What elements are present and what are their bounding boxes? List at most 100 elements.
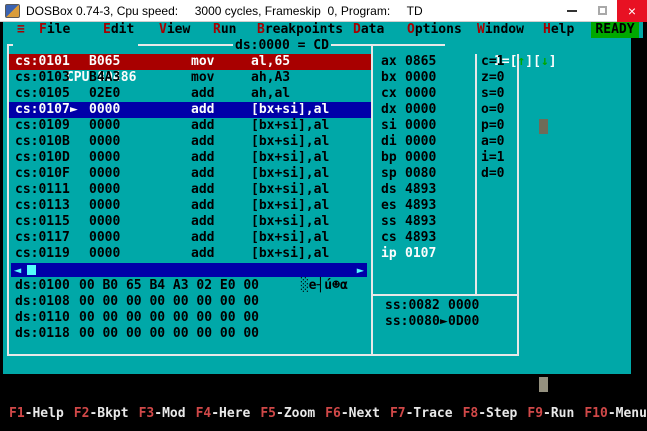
stack-row[interactable]: ss:0080 ► 0D00	[375, 314, 517, 330]
disasm-mnemonic: add	[191, 150, 215, 165]
register-name: dx	[381, 102, 397, 117]
flag-row[interactable]: i=1	[481, 150, 504, 166]
maximize-button[interactable]	[587, 0, 617, 22]
register-value: 0000	[405, 150, 437, 165]
menu-item-window[interactable]: Window	[477, 22, 524, 38]
close-button[interactable]: ×	[617, 0, 647, 22]
flag-row[interactable]: s=0	[481, 86, 504, 102]
disasm-row[interactable]: cs:010B 0000 add [bx+si],al	[9, 134, 371, 150]
disasm-operands: [bx+si],al	[251, 214, 330, 229]
window-zoom-controls[interactable]: 1=[↑][↓]	[445, 38, 559, 69]
minimize-button[interactable]	[557, 0, 587, 22]
menu-item-edit[interactable]: Edit	[103, 22, 134, 38]
disasm-row[interactable]: cs:0109 0000 add [bx+si],al	[9, 118, 371, 134]
menu-label: ata	[360, 22, 385, 37]
register-value: 0107	[405, 246, 437, 261]
menu-hotkey: V	[159, 22, 167, 37]
dump-row[interactable]: ds:0100 00 B0 65 B4 A3 02 E0 00 ░e┤ú☻α	[9, 278, 371, 294]
disasm-row[interactable]: cs:0111 0000 add [bx+si],al	[9, 182, 371, 198]
disasm-row[interactable]: cs:010D 0000 add [bx+si],al	[9, 150, 371, 166]
flag-row[interactable]: a=0	[481, 134, 504, 150]
disasm-mnemonic: mov	[191, 70, 215, 85]
fkey-f7[interactable]: F7-Trace	[390, 406, 453, 422]
dosbox-icon[interactable]	[5, 3, 20, 18]
register-row[interactable]: cs 4893	[375, 230, 473, 246]
system-menu-icon[interactable]: ≡	[17, 22, 25, 38]
fkey-f5[interactable]: F5-Zoom	[260, 406, 315, 422]
flag-row[interactable]: z=0	[481, 70, 504, 86]
bracket: ]	[548, 54, 557, 69]
menu-hotkey: D	[353, 22, 361, 37]
dump-bytes: 00 B0 65 B4 A3 02 E0 00	[79, 278, 260, 293]
register-row[interactable]: ss 4893	[375, 214, 473, 230]
disasm-mnemonic: add	[191, 134, 215, 149]
fkey-f9[interactable]: F9-Run	[527, 406, 574, 422]
fkey-f1[interactable]: F1-Help	[9, 406, 64, 422]
scroll-right-arrow-icon[interactable]: ►	[357, 263, 364, 277]
disasm-address: cs:0109	[15, 118, 70, 133]
dump-row[interactable]: ds:0108 00 00 00 00 00 00 00 00	[9, 294, 371, 310]
mouse-cursor-artifact	[539, 377, 548, 392]
register-name: ax	[381, 54, 397, 69]
register-row[interactable]: di 0000	[375, 134, 473, 150]
menu-label: ile	[46, 22, 71, 37]
stack-row[interactable]: ss:0082 0000	[375, 298, 517, 314]
cpu-window-title-group: [■] CPU 80486	[13, 38, 139, 85]
register-row[interactable]: cx 0000	[375, 86, 473, 102]
disasm-row[interactable]: cs:0117 0000 add [bx+si],al	[9, 230, 371, 246]
menu-hotkey: B	[257, 22, 265, 37]
disasm-bytes: 0000	[89, 134, 121, 149]
fkey-key: F7	[389, 406, 406, 421]
register-row[interactable]: si 0000	[375, 118, 473, 134]
scroll-left-arrow-icon[interactable]: ◄	[14, 263, 21, 277]
window-titlebar[interactable]: DOSBox 0.74-3, Cpu speed: 3000 cycles, F…	[0, 0, 647, 22]
menu-item-file[interactable]: File	[39, 22, 70, 38]
disasm-address: cs:0119	[15, 246, 70, 261]
dump-address: ds:0108	[15, 294, 70, 309]
disasm-row-current[interactable]: cs:0107 ► 0000 add [bx+si],al	[9, 102, 371, 118]
h-scrollbar[interactable]: ◄ ►	[11, 263, 367, 277]
disasm-row-breakpoint[interactable]: cs:0101 B065 mov al,65	[9, 54, 371, 70]
register-row[interactable]: ax 0865	[375, 54, 473, 70]
menu-item-view[interactable]: View	[159, 22, 190, 38]
flag-row[interactable]: o=0	[481, 102, 504, 118]
fkey-f3[interactable]: F3-Mod	[139, 406, 186, 422]
register-row[interactable]: bp 0000	[375, 150, 473, 166]
register-row-ip[interactable]: ip 0107	[375, 246, 473, 262]
register-row[interactable]: dx 0000	[375, 102, 473, 118]
register-row[interactable]: es 4893	[375, 198, 473, 214]
disasm-row[interactable]: cs:0103 B4A3 mov ah,A3	[9, 70, 371, 86]
dump-row[interactable]: ds:0110 00 00 00 00 00 00 00 00	[9, 310, 371, 326]
fkey-f2[interactable]: F2-Bkpt	[74, 406, 129, 422]
disasm-row[interactable]: cs:0105 02E0 add ah,al	[9, 86, 371, 102]
dump-row[interactable]: ds:0118 00 00 00 00 00 00 00 00	[9, 326, 371, 342]
scroll-thumb[interactable]	[27, 265, 36, 275]
disasm-row[interactable]: cs:010F 0000 add [bx+si],al	[9, 166, 371, 182]
ip-marker: ►	[70, 102, 78, 117]
disasm-row[interactable]: cs:0115 0000 add [bx+si],al	[9, 214, 371, 230]
menu-item-help[interactable]: Help	[543, 22, 574, 38]
disasm-row[interactable]: cs:0113 0000 add [bx+si],al	[9, 198, 371, 214]
register-name: ss	[381, 214, 397, 229]
register-value: 0000	[405, 118, 437, 133]
menu-label: reakpoints	[264, 22, 344, 37]
fkey-f8[interactable]: F8-Step	[463, 406, 518, 422]
fkey-f6[interactable]: F6-Next	[325, 406, 380, 422]
menu-item-options[interactable]: Options	[407, 22, 462, 38]
fkey-f10[interactable]: F10-Menu	[584, 406, 647, 422]
dump-address: ds:0100	[15, 278, 70, 293]
register-row[interactable]: sp 0080	[375, 166, 473, 182]
register-row[interactable]: ds 4893	[375, 182, 473, 198]
bracket: ][	[525, 54, 541, 69]
fkey-f4[interactable]: F4-Here	[196, 406, 251, 422]
menu-item-run[interactable]: Run	[213, 22, 236, 38]
register-row[interactable]: bx 0000	[375, 70, 473, 86]
flag-row[interactable]: p=0	[481, 118, 504, 134]
register-value: 4893	[405, 230, 437, 245]
menu-item-breakpoints[interactable]: Breakpoints	[257, 22, 343, 38]
menu-item-data[interactable]: Data	[353, 22, 384, 38]
flag-row[interactable]: c=1	[481, 54, 504, 70]
flag-row[interactable]: d=0	[481, 166, 504, 182]
disasm-row[interactable]: cs:0119 0000 add [bx+si],al	[9, 246, 371, 262]
fkey-key: F9	[527, 406, 544, 421]
